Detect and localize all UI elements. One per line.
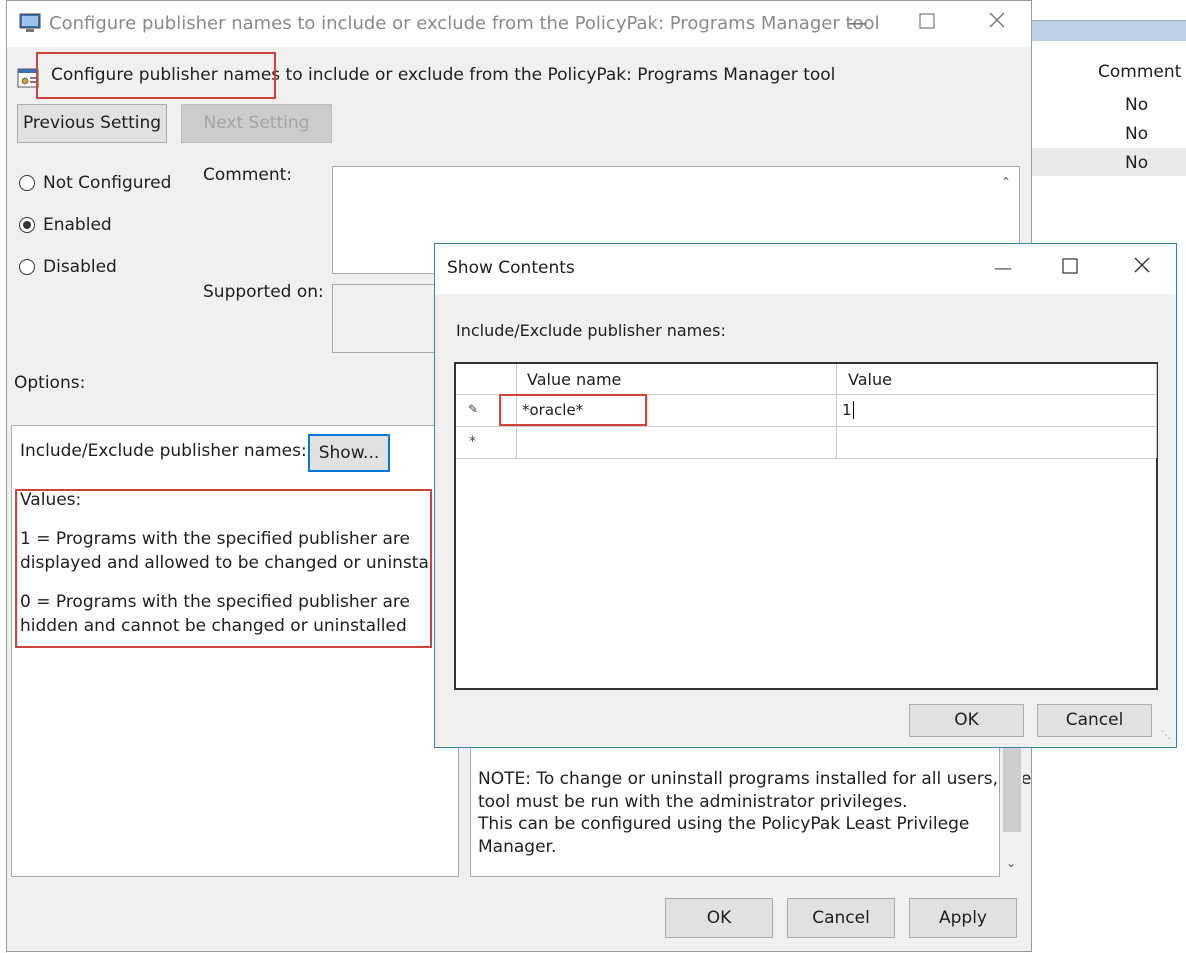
previous-setting-button[interactable]: Previous Setting [17, 104, 167, 143]
radio-enabled[interactable]: Enabled [19, 213, 112, 237]
show-contents-title: Show Contents [447, 258, 575, 278]
radio-label-enabled: Enabled [43, 215, 112, 235]
next-setting-button[interactable]: Next Setting [181, 104, 332, 143]
show-ok-button[interactable]: OK [909, 704, 1024, 737]
close-icon[interactable] [977, 9, 1017, 39]
show-maximize-icon[interactable] [1050, 254, 1090, 284]
value-cell-text: 1 [842, 401, 852, 419]
highlight-box-value-name [499, 394, 647, 426]
help-text-line2: tool must be run with the administrator … [478, 792, 908, 812]
main-window-title: Configure publisher names to include or … [49, 13, 880, 34]
help-text-line4: Manager. [478, 837, 556, 857]
highlight-box-policy-name [36, 52, 276, 99]
apply-button[interactable]: Apply [909, 898, 1017, 938]
maximize-icon[interactable] [907, 9, 947, 39]
options-panel: Include/Exclude publisher names: Show...… [11, 425, 459, 877]
text-cursor: ​ [853, 401, 854, 419]
policy-window-icon [19, 13, 41, 38]
show-contents-dialog: Show Contents — Include/Exclude publishe… [434, 243, 1177, 748]
radio-disabled[interactable]: Disabled [19, 255, 117, 279]
ok-button[interactable]: OK [665, 898, 773, 938]
main-title-bar: Configure publisher names to include or … [7, 1, 1031, 47]
grid-row-divider [456, 458, 1156, 459]
help-text-line3: This can be configured using the PolicyP… [478, 814, 969, 834]
grid-column-divider [836, 364, 837, 458]
radio-not-configured[interactable]: Not Configured [19, 171, 171, 195]
scroll-up-icon[interactable]: ⌃ [1001, 175, 1011, 189]
grid-row-divider [456, 426, 1156, 427]
show-contents-title-bar: Show Contents — [435, 244, 1176, 294]
values-grid: Value name Value ✎ *oracle* 1​ * [454, 362, 1158, 690]
help-text-line1: NOTE: To change or uninstall programs in… [478, 769, 1031, 789]
list-label: Include/Exclude publisher names: [456, 321, 726, 340]
edit-row-pencil-icon: ✎ [468, 402, 478, 416]
show-button[interactable]: Show... [308, 434, 390, 472]
cancel-button[interactable]: Cancel [787, 898, 895, 938]
options-label: Options: [14, 373, 85, 393]
radio-label-disabled: Disabled [43, 257, 117, 277]
background-comment-cell[interactable]: No [1125, 124, 1148, 144]
background-comment-cell[interactable]: No [1125, 95, 1148, 115]
scroll-down-icon[interactable]: ⌄ [1006, 856, 1016, 870]
background-comment-cell[interactable]: No [1125, 153, 1148, 173]
background-comment-column-header[interactable]: Comment [1098, 62, 1181, 82]
show-minimize-icon[interactable]: — [983, 254, 1023, 284]
show-cancel-button[interactable]: Cancel [1037, 704, 1152, 737]
help-scrollbar[interactable]: ⌄ [1001, 746, 1023, 877]
column-header-value-name[interactable]: Value name [527, 370, 621, 389]
radio-circle-disabled[interactable] [19, 259, 35, 275]
show-close-icon[interactable] [1122, 254, 1162, 284]
supported-on-box [332, 284, 442, 353]
column-header-value[interactable]: Value [848, 370, 892, 389]
highlight-box-values [15, 489, 432, 648]
radio-circle-enabled[interactable] [19, 217, 35, 233]
background-window-header-bar [1032, 20, 1186, 41]
grid-column-divider [1156, 364, 1157, 458]
help-panel: NOTE: To change or uninstall programs in… [470, 746, 1000, 877]
value-cell[interactable]: 1​ [842, 401, 854, 419]
resize-grip-icon[interactable]: ⋱ [1161, 730, 1171, 741]
background-selected-row [1032, 148, 1186, 176]
radio-label-not-configured: Not Configured [43, 173, 171, 193]
include-exclude-label: Include/Exclude publisher names: [20, 441, 307, 461]
supported-on-label: Supported on: [203, 282, 324, 302]
radio-circle-not-configured[interactable] [19, 175, 35, 191]
minimize-icon[interactable]: — [837, 9, 877, 39]
comment-label: Comment: [203, 165, 292, 185]
new-row-asterisk-icon: * [469, 434, 476, 450]
help-scrollbar-thumb[interactable] [1003, 748, 1021, 832]
